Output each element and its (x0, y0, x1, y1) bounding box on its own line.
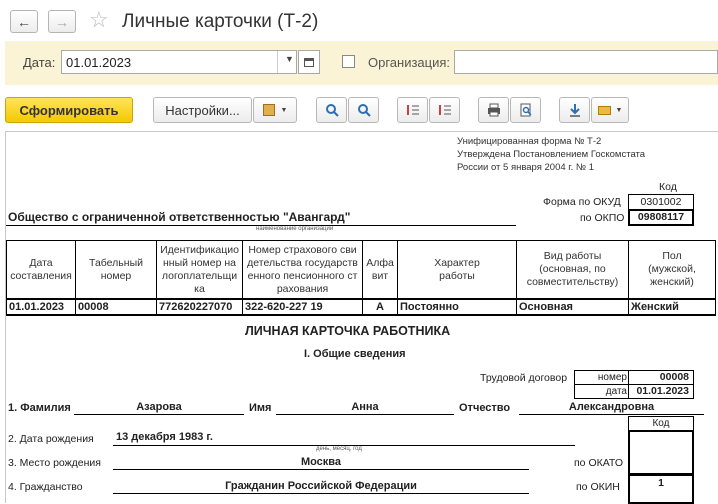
table-header-cell: Номер страхового свидетельства государст… (247, 243, 358, 295)
form-header-line2: Утверждена Постановлением Госкомстата (457, 149, 646, 160)
contract-number-box: 00008 (628, 370, 694, 385)
find-button[interactable] (316, 97, 347, 123)
lastname-value: Азарова (74, 400, 244, 415)
variants-button[interactable]: ▼ (253, 97, 297, 123)
print-button[interactable] (478, 97, 509, 123)
organization-name: Общество с ограниченной ответственностью… (8, 210, 351, 224)
okato-label: по ОКАТО (574, 457, 624, 469)
date-label: Дата: (23, 55, 56, 70)
birthplace-value: Москва (113, 455, 529, 470)
forward-button[interactable]: → (48, 10, 76, 33)
dropdown-button[interactable] (277, 51, 279, 73)
table-bottom-border (6, 314, 716, 316)
contract-number-label-box: номер (574, 370, 629, 385)
okin-code-box: 1 (628, 474, 694, 504)
table-cell: Постоянно (400, 300, 459, 313)
expand-groups-button[interactable] (397, 97, 428, 123)
contract-label: Трудовой договор (480, 372, 568, 384)
citizenship-label: 4. Гражданство (8, 481, 83, 493)
table-header-cell: Пол (мужской, женский) (648, 250, 696, 288)
firstname-value: Анна (276, 400, 454, 415)
collapse-groups-icon (438, 105, 451, 115)
birthdate-caption: день, месяц, год (316, 446, 362, 452)
settings-button[interactable]: Настройки... (153, 97, 252, 123)
table-cell: Женский (631, 300, 679, 313)
envelope-icon (597, 105, 611, 115)
params-panel: Дата: 01.01.2023 ▼ Организация: (5, 41, 718, 85)
patronymic-value: Александровна (519, 400, 704, 415)
okpo-label: по ОКПО (580, 212, 625, 224)
patronymic-label: Отчество (459, 402, 511, 414)
table-cell: 772620227070 (159, 300, 233, 313)
calendar-button[interactable] (298, 50, 320, 74)
table-cell: Основная (519, 300, 573, 313)
contract-date-label-box: дата (574, 384, 629, 399)
okin-label: по ОКИН (576, 481, 620, 493)
back-button[interactable]: ← (10, 10, 38, 33)
firstname-label: Имя (249, 402, 272, 414)
chevron-down-icon: ▼ (285, 54, 294, 64)
table-cell: 322-620-227 19 (245, 300, 323, 313)
okpo-value-box: 09808117 (628, 209, 694, 226)
birthplace-label: 3. Место рождения (8, 457, 101, 469)
print-preview-icon (520, 103, 532, 117)
employee-info-table: Дата составления Табельный номер Идентиф… (6, 240, 716, 316)
code-header-box: Код (628, 416, 694, 431)
section-title: I. Общие сведения (304, 348, 406, 360)
birthdate-value: 13 декабря 1983 г. (116, 431, 213, 443)
arrow-left-icon: ← (17, 13, 31, 30)
table-header-cell: Идентификационный номер налогоплательщик… (160, 243, 239, 295)
form-header-line1: Унифицированная форма № Т-2 (457, 136, 602, 147)
report-document: Унифицированная форма № Т-2 Утверждена П… (5, 131, 718, 504)
search-icon (325, 104, 339, 117)
find-next-button[interactable] (348, 97, 379, 123)
organization-caption: наименование организации (256, 226, 334, 232)
table-header-cell: Вид работы (основная, по совместительств… (526, 250, 619, 288)
favorite-star-icon[interactable]: ☆ (89, 8, 109, 32)
expand-groups-icon (406, 105, 419, 115)
organization-label: Организация: (368, 55, 451, 70)
table-cell: А (376, 300, 384, 313)
search-replace-icon (357, 104, 371, 117)
calendar-icon (304, 57, 314, 67)
generate-button[interactable]: Сформировать (5, 97, 133, 123)
okato-code-box (628, 430, 694, 475)
table-cell: 00008 (78, 300, 109, 313)
citizenship-value: Гражданин Российской Федерации (113, 479, 529, 494)
lastname-label: 1. Фамилия (8, 402, 71, 414)
send-email-button[interactable]: ▼ (591, 97, 629, 123)
table-header-cell: Дата составления (10, 256, 72, 282)
date-value: 01.01.2023 (66, 55, 132, 70)
printer-icon (487, 103, 500, 117)
chevron-down-icon: ▼ (615, 106, 623, 114)
collapse-groups-button[interactable] (429, 97, 460, 123)
code-header: Код (659, 181, 677, 193)
table-header-cell: Характер работы (434, 256, 480, 282)
table-header-cell: Табельный номер (89, 256, 143, 282)
okud-label: Форма по ОКУД (543, 196, 621, 208)
table-header-cell: Алфавит (366, 256, 394, 282)
card-title: ЛИЧНАЯ КАРТОЧКА РАБОТНИКА (245, 324, 451, 338)
birthdate-label: 2. Дата рождения (8, 433, 94, 445)
chevron-down-icon: ▼ (280, 106, 288, 114)
table-border (715, 240, 716, 316)
organization-field[interactable] (454, 50, 718, 74)
preview-button[interactable] (510, 97, 541, 123)
okud-value-box: 0301002 (628, 194, 694, 210)
report-variants-icon (262, 104, 275, 116)
arrow-right-icon: → (55, 13, 69, 30)
page-title: Личные карточки (Т-2) (122, 11, 319, 32)
table-cell: 01.01.2023 (9, 300, 65, 313)
organization-checkbox[interactable] (342, 55, 355, 68)
form-header-line3: России от 5 января 2004 г. № 1 (457, 162, 594, 173)
save-button[interactable] (559, 97, 590, 123)
download-icon (569, 104, 580, 117)
contract-date-box: 01.01.2023 (628, 384, 694, 399)
date-field[interactable]: 01.01.2023 ▼ (61, 50, 297, 74)
